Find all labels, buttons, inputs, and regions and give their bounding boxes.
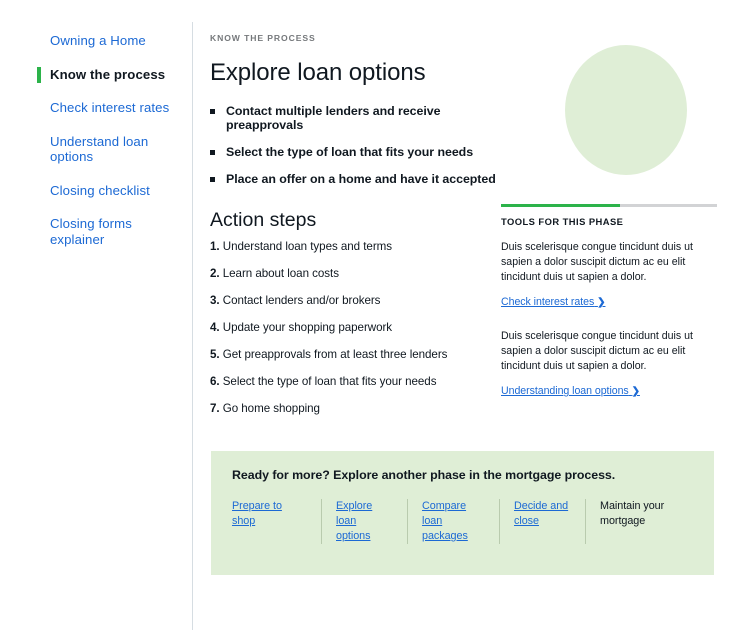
tools-block: Duis scelerisque congue tincidunt duis u…	[501, 329, 717, 399]
step-label: Contact lenders and/or brokers	[222, 294, 381, 307]
sidebar-item-label: Closing checklist	[50, 182, 150, 198]
active-indicator-bar	[37, 66, 41, 83]
phase-link-prepare-to-shop[interactable]: Prepare to shop	[232, 499, 307, 529]
list-item: 6. Select the type of loan that fits you…	[210, 375, 500, 388]
step-label: Understand loan types and terms	[222, 240, 392, 253]
phase-navigation-links: Prepare to shop Explore loan options Com…	[232, 499, 702, 544]
tool-link-label: Check interest rates	[501, 296, 595, 308]
sidebar-item-label: Check interest rates	[50, 100, 170, 115]
breadcrumb-eyebrow: KNOW THE PROCESS	[210, 33, 316, 43]
list-item: Place an offer on a home and have it acc…	[210, 172, 510, 186]
sidebar-item-closing-forms-explainer[interactable]: Closing forms explainer	[0, 216, 185, 247]
sidebar-item-check-interest-rates[interactable]: Check interest rates	[0, 100, 185, 116]
tools-block-body: Duis scelerisque congue tincidunt duis u…	[501, 330, 693, 372]
page-title: Explore loan options	[210, 59, 426, 86]
step-label: Get preapprovals from at least three len…	[222, 348, 448, 361]
list-item: Contact multiple lenders and receive pre…	[210, 104, 510, 132]
list-item: 4. Update your shopping paperwork	[210, 321, 500, 334]
phase-navigation-panel: Ready for more? Explore another phase in…	[211, 451, 714, 575]
phase-column: Maintain your mortgage	[600, 499, 680, 544]
phase-column: Decide and close	[514, 499, 586, 544]
page-root: Owning a Home Know the process Check int…	[0, 0, 753, 633]
phase-link-decide-and-close[interactable]: Decide and close	[514, 499, 571, 529]
list-item: 3. Contact lenders and/or brokers	[210, 294, 500, 307]
action-steps-heading: Action steps	[210, 209, 317, 231]
sidebar-item-understand-loan-options[interactable]: Understand loan options	[0, 134, 185, 165]
chevron-right-icon: ❯	[597, 297, 606, 308]
action-steps-list: 1. Understand loan types and terms 2. Le…	[210, 240, 500, 429]
step-number: 4.	[210, 321, 220, 334]
progress-rule	[501, 204, 717, 207]
sidebar-item-know-the-process[interactable]: Know the process	[0, 66, 185, 83]
check-interest-rates-link[interactable]: Check interest rates ❯	[501, 296, 606, 308]
chevron-right-icon: ❯	[631, 386, 640, 397]
step-label: Update your shopping paperwork	[222, 321, 393, 334]
step-label: Select the type of loan that fits your n…	[222, 375, 437, 388]
list-item: 5. Get preapprovals from at least three …	[210, 348, 500, 361]
tool-link-label: Understanding loan options	[501, 385, 629, 397]
phase-navigation-heading: Ready for more? Explore another phase in…	[232, 468, 616, 482]
phase-column: Explore loan options	[336, 499, 408, 544]
list-item: 1. Understand loan types and terms	[210, 240, 500, 253]
step-number: 6.	[210, 375, 220, 388]
list-item: Select the type of loan that fits your n…	[210, 145, 510, 159]
list-item: 2. Learn about loan costs	[210, 267, 500, 280]
understanding-loan-options-link[interactable]: Understanding loan options ❯	[501, 385, 640, 397]
sidebar-item-label: Owning a Home	[50, 33, 146, 48]
step-number: 5.	[210, 348, 220, 361]
phase-column: Compare loan packages	[422, 499, 500, 544]
phase-link-explore-loan-options[interactable]: Explore loan options	[336, 499, 393, 544]
tools-block-body: Duis scelerisque congue tincidunt duis u…	[501, 241, 693, 283]
tools-panel: TOOLS FOR THIS PHASE Duis scelerisque co…	[501, 204, 717, 399]
tools-block: Duis scelerisque congue tincidunt duis u…	[501, 240, 717, 310]
step-number: 7.	[210, 402, 220, 415]
main-content: KNOW THE PROCESS Explore loan options Co…	[210, 33, 510, 199]
step-label: Go home shopping	[222, 402, 320, 415]
sidebar-item-label: Understand loan options	[50, 133, 149, 165]
phase-label-maintain-your-mortgage: Maintain your mortgage	[600, 500, 665, 527]
step-number: 2.	[210, 267, 220, 280]
step-label: Learn about loan costs	[222, 267, 339, 280]
step-number: 1.	[210, 240, 220, 253]
summary-bullet-list: Contact multiple lenders and receive pre…	[210, 104, 510, 186]
phase-link-compare-loan-packages[interactable]: Compare loan packages	[422, 499, 485, 544]
sidebar-item-label: Know the process	[50, 66, 166, 82]
hero-circle-graphic	[565, 45, 687, 175]
phase-column: Prepare to shop	[232, 499, 322, 544]
sidebar-divider	[192, 22, 193, 630]
sidebar-item-owning-a-home[interactable]: Owning a Home	[0, 33, 185, 49]
sidebar-nav: Owning a Home Know the process Check int…	[0, 33, 185, 265]
tools-panel-title: TOOLS FOR THIS PHASE	[501, 216, 624, 227]
step-number: 3.	[210, 294, 220, 307]
sidebar-item-label: Closing forms explainer	[50, 216, 132, 247]
progress-rule-fill	[501, 204, 620, 207]
sidebar-item-closing-checklist[interactable]: Closing checklist	[0, 183, 185, 199]
list-item: 7. Go home shopping	[210, 402, 500, 415]
